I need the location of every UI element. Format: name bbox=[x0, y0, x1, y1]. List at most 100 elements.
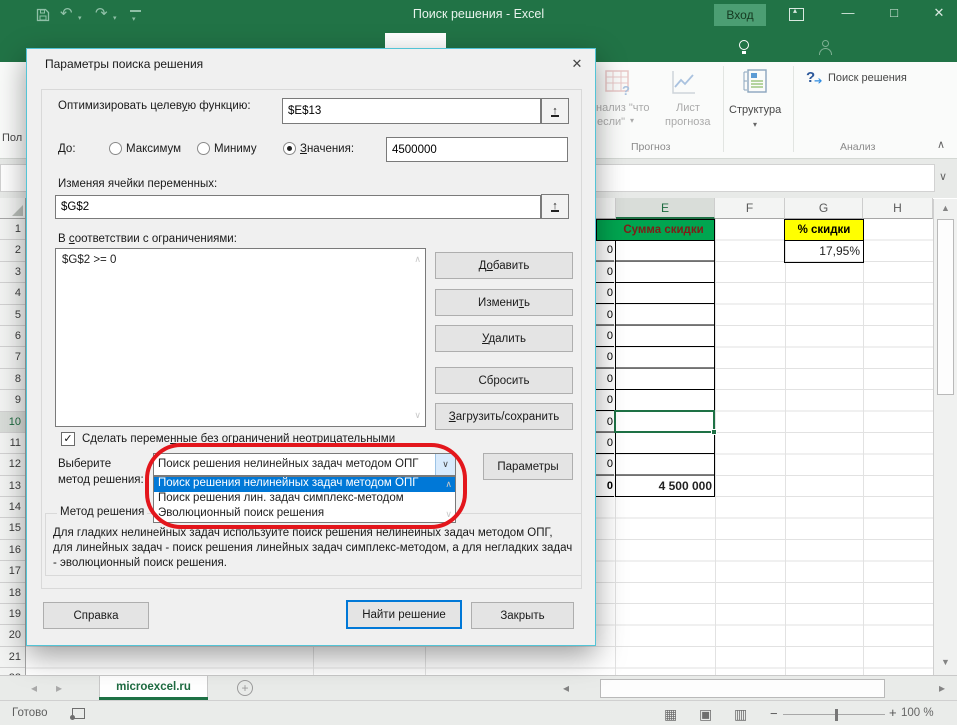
row-header[interactable]: 17 bbox=[0, 561, 25, 582]
row-header[interactable]: 3 bbox=[0, 262, 25, 283]
minimize-icon[interactable]: — bbox=[838, 5, 858, 20]
forecast-sheet-label-line2[interactable]: прогноза bbox=[665, 116, 710, 128]
solver-button-label[interactable]: Поиск решения bbox=[828, 72, 907, 84]
row-header[interactable]: 4 bbox=[0, 283, 25, 304]
column-header-f[interactable]: F bbox=[715, 198, 785, 219]
cell-e1[interactable]: Сумма скидки bbox=[596, 219, 715, 241]
formula-bar-expand-icon[interactable]: ∨ bbox=[939, 170, 947, 183]
target-value-input[interactable]: 4500000 bbox=[386, 137, 568, 162]
nonnegative-checkbox-label[interactable]: Сделать переменные без ограничений неотр… bbox=[82, 433, 395, 445]
reset-button[interactable]: Сбросить bbox=[435, 367, 573, 394]
vertical-scroll-thumb[interactable] bbox=[937, 219, 954, 395]
method-combobox[interactable]: Поиск решения нелинейных задач методом О… bbox=[153, 453, 456, 476]
row-header[interactable]: 5 bbox=[0, 305, 25, 326]
radio-maximum-label[interactable]: Максимум bbox=[126, 143, 181, 155]
zoom-slider[interactable] bbox=[783, 714, 885, 715]
change-constraint-button[interactable]: Изменить bbox=[435, 289, 573, 316]
view-normal-icon[interactable]: ▦ bbox=[664, 706, 677, 723]
lightbulb-icon[interactable] bbox=[739, 40, 749, 50]
sheet-nav-right-icon[interactable]: ▸ bbox=[56, 681, 62, 695]
whatif-analysis-icon[interactable]: ? bbox=[604, 69, 634, 97]
zoom-out-icon[interactable]: − bbox=[770, 706, 778, 721]
vertical-scrollbar[interactable]: ▲ ▼ bbox=[933, 199, 957, 675]
forecast-sheet-icon[interactable] bbox=[671, 69, 697, 95]
dialog-close-icon[interactable]: ✕ bbox=[563, 53, 591, 75]
zoom-level-label[interactable]: 100 % bbox=[901, 707, 934, 719]
nonnegative-checkbox[interactable]: ✓ bbox=[61, 432, 75, 446]
maximize-icon[interactable]: □ bbox=[884, 5, 904, 20]
active-cell-selection[interactable] bbox=[614, 410, 715, 433]
row-header[interactable]: 20 bbox=[0, 625, 25, 646]
structure-icon[interactable] bbox=[742, 68, 768, 94]
row-header[interactable]: 8 bbox=[0, 369, 25, 390]
hscroll-right-icon[interactable]: ▸ bbox=[939, 681, 945, 695]
column-header-d-clip[interactable] bbox=[596, 198, 616, 219]
sign-in-button[interactable]: Вход bbox=[714, 4, 766, 26]
delete-constraint-button[interactable]: Удалить bbox=[435, 325, 573, 352]
add-constraint-button[interactable]: Добавить bbox=[435, 252, 573, 279]
solve-button[interactable]: Найти решение bbox=[346, 600, 462, 629]
structure-dropdown-icon[interactable]: ▾ bbox=[753, 120, 757, 129]
row-header[interactable]: 7 bbox=[0, 347, 25, 368]
select-all-corner[interactable] bbox=[0, 198, 26, 219]
row-header[interactable]: 9 bbox=[0, 390, 25, 411]
sheet-nav-left-icon[interactable]: ◂ bbox=[31, 681, 37, 695]
column-header-e[interactable]: E bbox=[616, 198, 715, 219]
method-option-2[interactable]: Поиск решения лин. задач симплекс-методо… bbox=[154, 492, 455, 507]
row-header[interactable]: 1 bbox=[0, 219, 25, 240]
row-header[interactable]: 19 bbox=[0, 604, 25, 625]
row-header[interactable]: 16 bbox=[0, 540, 25, 561]
close-dialog-button[interactable]: Закрыть bbox=[471, 602, 574, 629]
radio-maximum[interactable] bbox=[109, 142, 122, 155]
method-option-3[interactable]: Эволюционный поиск решения bbox=[154, 507, 455, 522]
row-header[interactable]: 15 bbox=[0, 518, 25, 539]
row-header[interactable]: 21 bbox=[0, 647, 25, 668]
listbox-scroll-up-icon[interactable]: ∧ bbox=[414, 255, 421, 264]
constraint-item[interactable]: $G$2 >= 0 bbox=[62, 254, 116, 266]
row-header[interactable]: 11 bbox=[0, 433, 25, 454]
fill-handle[interactable] bbox=[711, 429, 717, 435]
cell-g2[interactable]: 17,95% bbox=[784, 240, 864, 263]
zoom-slider-thumb[interactable] bbox=[835, 709, 838, 721]
row-header[interactable]: 6 bbox=[0, 326, 25, 347]
radio-value-of[interactable] bbox=[283, 142, 296, 155]
ribbon-collapse-icon[interactable]: ∧ bbox=[937, 138, 945, 151]
combo-dropdown-button[interactable]: ∨ bbox=[435, 454, 455, 475]
method-option-1[interactable]: Поиск решения нелинейных задач методом О… bbox=[154, 477, 455, 492]
row-header[interactable]: 22 bbox=[0, 668, 25, 675]
radio-value-of-label[interactable]: Значения: bbox=[300, 143, 354, 155]
listbox-scroll-down-icon[interactable]: ∨ bbox=[414, 411, 421, 420]
list-scroll-down-icon[interactable]: ∨ bbox=[445, 510, 452, 519]
zoom-in-icon[interactable]: + bbox=[889, 705, 897, 720]
row-header[interactable]: 18 bbox=[0, 583, 25, 604]
horizontal-scroll-thumb[interactable] bbox=[600, 679, 885, 698]
row-header[interactable]: 10 bbox=[0, 412, 25, 433]
options-button[interactable]: Параметры bbox=[483, 453, 573, 480]
variables-range-selector-button[interactable]: ↑ bbox=[541, 194, 569, 219]
radio-minimum-label[interactable]: Миниму bbox=[214, 143, 257, 155]
constraints-listbox[interactable]: $G$2 >= 0 ∧ ∨ bbox=[55, 248, 426, 427]
table-column-e[interactable] bbox=[615, 240, 715, 497]
view-page-break-icon[interactable]: ▥ bbox=[734, 706, 747, 723]
list-scroll-up-icon[interactable]: ∧ bbox=[445, 480, 452, 489]
cell-g1[interactable]: % скидки bbox=[784, 219, 864, 241]
row-header[interactable]: 2 bbox=[0, 240, 25, 261]
variables-input[interactable]: $G$2 bbox=[55, 195, 541, 219]
column-header-g[interactable]: G bbox=[785, 198, 863, 219]
column-header-h[interactable]: H bbox=[863, 198, 933, 219]
forecast-sheet-label-line1[interactable]: Лист bbox=[676, 102, 700, 114]
new-sheet-icon[interactable]: + bbox=[237, 680, 253, 696]
view-page-layout-icon[interactable]: ▣ bbox=[699, 706, 712, 723]
close-window-icon[interactable]: ✕ bbox=[929, 5, 949, 21]
whatif-analysis-label-line1[interactable]: нализ "что bbox=[596, 102, 650, 114]
load-save-button[interactable]: Загрузить/сохранить bbox=[435, 403, 573, 430]
scroll-up-icon[interactable]: ▲ bbox=[941, 203, 950, 213]
radio-minimum[interactable] bbox=[197, 142, 210, 155]
objective-range-selector-button[interactable]: ↑ bbox=[541, 98, 569, 124]
row-header[interactable]: 13 bbox=[0, 476, 25, 497]
structure-button-label[interactable]: Структура bbox=[729, 104, 781, 116]
hscroll-left-icon[interactable]: ◂ bbox=[563, 681, 569, 695]
objective-input[interactable]: $E$13 bbox=[282, 98, 541, 124]
help-button[interactable]: Справка bbox=[43, 602, 149, 629]
row-header[interactable]: 12 bbox=[0, 454, 25, 475]
